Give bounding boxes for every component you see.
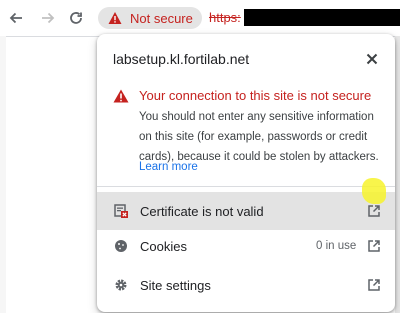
cookies-label: Cookies [140, 238, 187, 254]
external-link-icon[interactable] [367, 239, 381, 253]
page-scrollbar[interactable] [395, 36, 400, 313]
reload-icon [70, 12, 82, 24]
security-chip[interactable]: Not secure [98, 7, 202, 29]
external-link-icon[interactable] [367, 204, 381, 218]
warning-heading: Your connection to this site is not secu… [139, 88, 372, 103]
site-settings-row[interactable]: Site settings [97, 266, 395, 304]
reload-button[interactable] [64, 6, 88, 30]
popup-title: labsetup.kl.fortilab.net [113, 51, 250, 67]
site-info-popup: labsetup.kl.fortilab.net Your connection… [97, 34, 395, 312]
redacted-url [244, 9, 400, 26]
warning-triangle-icon [113, 89, 129, 103]
learn-more-link[interactable]: Learn more [139, 161, 198, 173]
warning-triangle-icon [108, 12, 122, 24]
close-button[interactable] [362, 49, 382, 69]
divider [97, 186, 395, 187]
cookie-icon [113, 238, 129, 254]
cookies-count: 0 in use [316, 240, 357, 252]
certificate-label: Certificate is not valid [140, 203, 264, 219]
forward-arrow-icon [42, 12, 55, 24]
back-button[interactable] [4, 6, 28, 30]
certificate-row[interactable]: Certificate is not valid [97, 192, 395, 230]
security-chip-label: Not secure [130, 10, 193, 26]
url-scheme[interactable]: https: [209, 10, 241, 25]
back-arrow-icon [9, 12, 22, 24]
page-content-edge [0, 36, 6, 313]
certificate-error-icon [113, 203, 129, 219]
warning-body: You should not enter any sensitive infor… [139, 111, 379, 163]
site-settings-label: Site settings [140, 277, 211, 293]
gear-icon [113, 277, 129, 293]
browser-toolbar: Not secure https: [0, 0, 400, 37]
cookies-row[interactable]: Cookies 0 in use [97, 227, 395, 265]
external-link-icon[interactable] [367, 278, 381, 292]
highlight-marker [362, 178, 386, 204]
close-icon [366, 53, 378, 65]
forward-button[interactable] [36, 6, 60, 30]
